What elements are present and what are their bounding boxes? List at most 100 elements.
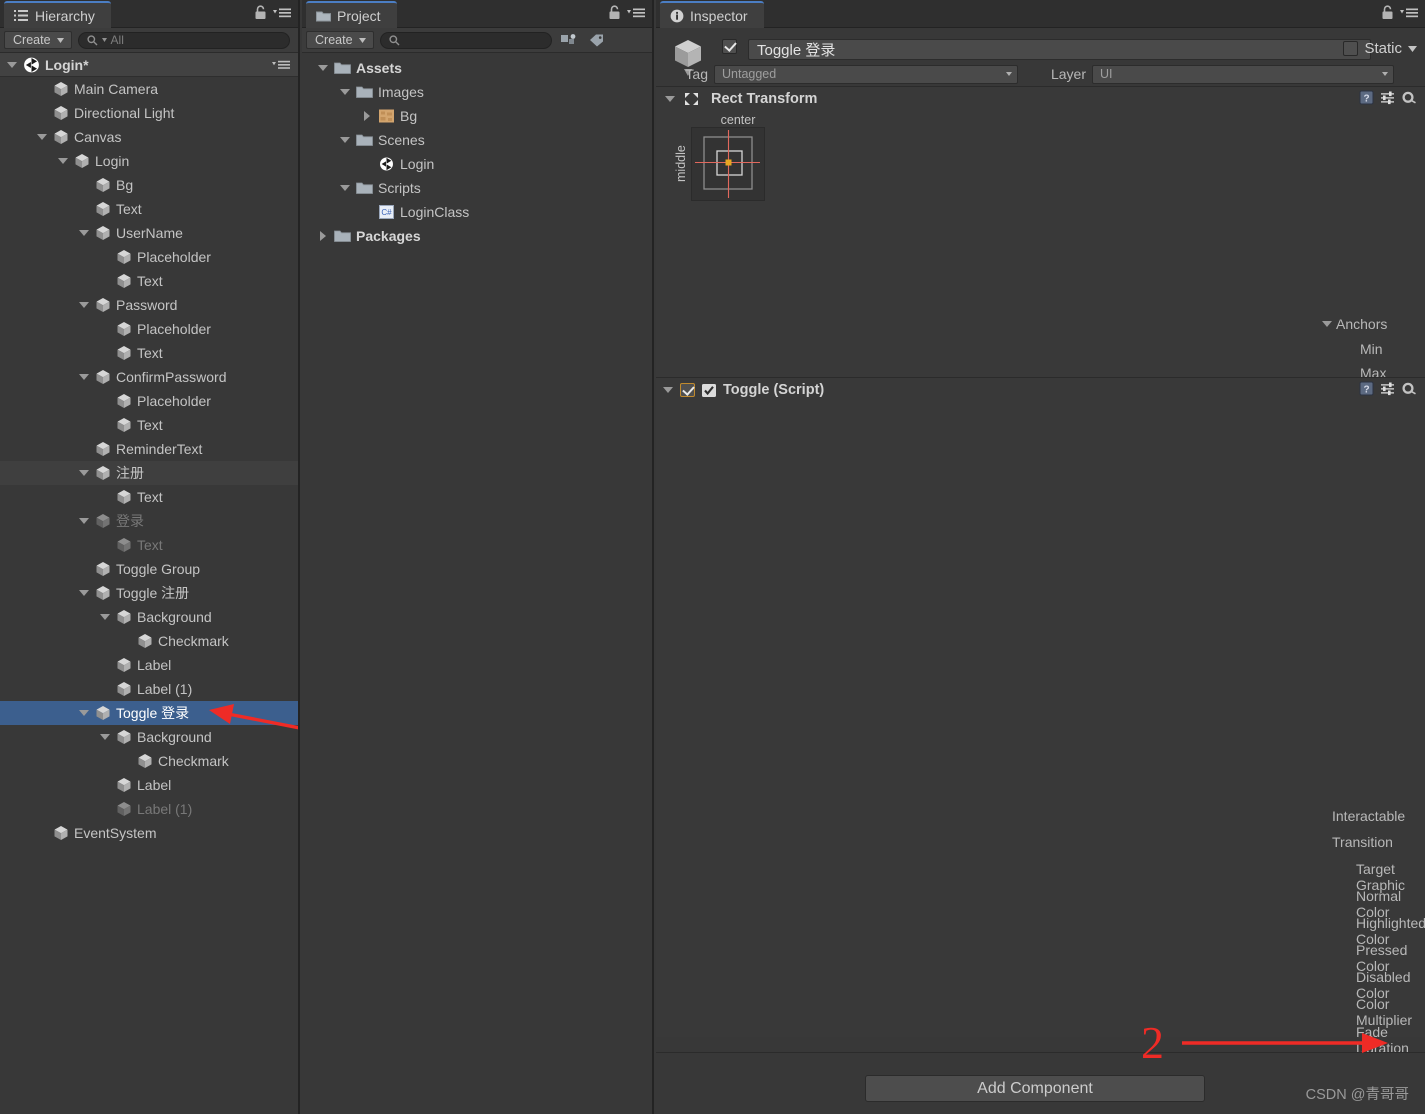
chevron-down-icon[interactable] — [1408, 45, 1417, 52]
inspector-menu-icon[interactable] — [1399, 6, 1419, 19]
tab-project[interactable]: Project — [306, 1, 397, 28]
hierarchy-item-label: Placeholder — [137, 249, 211, 265]
hierarchy-tabbar: Hierarchy — [0, 0, 298, 28]
expand-arrow[interactable] — [317, 230, 329, 242]
hierarchy-item[interactable]: Toggle Group — [0, 557, 298, 581]
lock-icon[interactable] — [608, 5, 621, 20]
preset-icon[interactable] — [1380, 90, 1395, 105]
preset-icon[interactable] — [1380, 381, 1395, 396]
hierarchy-item[interactable]: ConfirmPassword — [0, 365, 298, 389]
hierarchy-item[interactable]: ReminderText — [0, 437, 298, 461]
project-search-input[interactable] — [379, 31, 552, 49]
hierarchy-item[interactable]: 注册 — [0, 461, 298, 485]
hierarchy-item[interactable]: Text — [0, 269, 298, 293]
project-item[interactable]: Scripts — [302, 176, 652, 200]
project-item[interactable]: Scenes — [302, 128, 652, 152]
project-menu-icon[interactable] — [626, 6, 646, 19]
hierarchy-item[interactable]: Text — [0, 533, 298, 557]
expand-arrow[interactable] — [78, 371, 90, 383]
anchors-foldout-arrow[interactable] — [1321, 318, 1333, 330]
gameobject-cube-icon — [96, 298, 110, 312]
project-item[interactable]: Bg — [302, 104, 652, 128]
expand-arrow[interactable] — [99, 731, 111, 743]
hierarchy-item[interactable]: Label (1) — [0, 677, 298, 701]
static-checkbox[interactable] — [1343, 41, 1359, 56]
toggle-script-foldout-arrow[interactable] — [662, 384, 674, 396]
hierarchy-item[interactable]: Text — [0, 341, 298, 365]
hierarchy-item[interactable]: Text — [0, 485, 298, 509]
hierarchy-create-button[interactable]: Create — [4, 31, 72, 49]
layer-dropdown[interactable]: UI — [1092, 64, 1394, 84]
hierarchy-item[interactable]: Text — [0, 197, 298, 221]
hierarchy-item[interactable]: Placeholder — [0, 389, 298, 413]
hierarchy-item[interactable]: Password — [0, 293, 298, 317]
expand-arrow[interactable] — [339, 86, 351, 98]
expand-arrow[interactable] — [361, 110, 373, 122]
hierarchy-item[interactable]: UserName — [0, 221, 298, 245]
tab-inspector[interactable]: Inspector — [660, 1, 764, 28]
hierarchy-item[interactable]: Main Camera — [0, 77, 298, 101]
scene-row[interactable]: Login* — [0, 53, 298, 77]
expand-arrow[interactable] — [339, 134, 351, 146]
scene-expand-arrow[interactable] — [6, 59, 18, 71]
object-active-checkbox[interactable] — [722, 39, 737, 54]
toggle-script-header[interactable]: Toggle (Script) ? — [656, 378, 1425, 402]
project-create-button[interactable]: Create — [306, 31, 374, 49]
hierarchy-search-input[interactable]: All — [77, 31, 290, 49]
scene-menu-icon[interactable] — [271, 59, 291, 71]
gear-icon[interactable] — [1401, 381, 1417, 396]
help-icon[interactable]: ? — [1359, 381, 1374, 396]
tag-dropdown[interactable]: Untagged — [714, 64, 1018, 84]
help-icon[interactable]: ? — [1359, 90, 1374, 105]
hierarchy-item[interactable]: Checkmark — [0, 629, 298, 653]
lock-icon[interactable] — [1381, 5, 1394, 20]
project-filter-label-button[interactable] — [586, 31, 608, 50]
expand-arrow[interactable] — [78, 515, 90, 527]
toggle-component-enabled-checkbox[interactable] — [680, 383, 695, 397]
gear-icon[interactable] — [1401, 90, 1417, 105]
hierarchy-menu-icon[interactable] — [272, 6, 292, 19]
rect-transform-foldout-arrow[interactable] — [664, 93, 676, 105]
project-item[interactable]: Images — [302, 80, 652, 104]
expand-arrow[interactable] — [339, 182, 351, 194]
add-component-button[interactable]: Add Component — [865, 1075, 1205, 1102]
hierarchy-item[interactable]: Label — [0, 653, 298, 677]
project-item[interactable]: C# LoginClass — [302, 200, 652, 224]
expand-arrow[interactable] — [36, 131, 48, 143]
hierarchy-item[interactable]: Checkmark — [0, 749, 298, 773]
expand-arrow[interactable] — [99, 611, 111, 623]
expand-arrow[interactable] — [57, 155, 69, 167]
hierarchy-item[interactable]: Placeholder — [0, 317, 298, 341]
anchors-foldout[interactable]: Anchors — [1321, 316, 1387, 332]
hierarchy-item[interactable]: Bg — [0, 173, 298, 197]
hierarchy-item[interactable]: Placeholder — [0, 245, 298, 269]
hierarchy-item[interactable]: Background — [0, 605, 298, 629]
expand-arrow[interactable] — [78, 707, 90, 719]
tab-hierarchy[interactable]: Hierarchy — [4, 1, 111, 28]
hierarchy-item[interactable]: Directional Light — [0, 101, 298, 125]
hierarchy-item[interactable]: Canvas — [0, 125, 298, 149]
hierarchy-item[interactable]: Text — [0, 413, 298, 437]
hierarchy-item[interactable]: Label — [0, 773, 298, 797]
expand-arrow[interactable] — [78, 587, 90, 599]
static-control[interactable]: Static — [1343, 40, 1417, 57]
project-item[interactable]: Packages — [302, 224, 652, 248]
anchor-preset-widget[interactable]: center middle — [674, 113, 786, 201]
hierarchy-item[interactable]: Label (1) — [0, 797, 298, 821]
project-item[interactable]: Login — [302, 152, 652, 176]
hierarchy-item[interactable]: EventSystem — [0, 821, 298, 845]
expand-arrow[interactable] — [78, 227, 90, 239]
object-name-field[interactable]: Toggle 登录 — [748, 39, 1371, 60]
expand-arrow[interactable] — [317, 62, 329, 74]
rect-transform-header[interactable]: Rect Transform ? — [656, 87, 1425, 111]
project-item[interactable]: Assets — [302, 56, 652, 80]
hierarchy-item[interactable]: Login — [0, 149, 298, 173]
lock-icon[interactable] — [254, 5, 267, 20]
hierarchy-item[interactable]: Toggle 注册 — [0, 581, 298, 605]
project-filter-type-button[interactable] — [558, 31, 580, 50]
hierarchy-item[interactable]: 登录 — [0, 509, 298, 533]
expand-arrow[interactable] — [78, 467, 90, 479]
gameobject-cube-icon — [117, 802, 131, 816]
expand-arrow[interactable] — [78, 299, 90, 311]
chevron-down-icon — [56, 37, 64, 43]
